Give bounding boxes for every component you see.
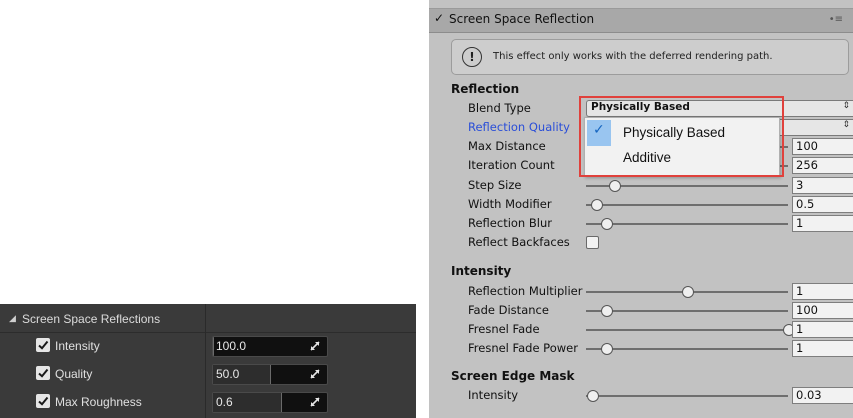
reflection-blur-value: 1 [796,216,804,230]
property-row-edge-mask-intensity: Intensity 0.03 [429,386,853,405]
quality-label: Quality [55,367,93,381]
edge-mask-intensity-field[interactable]: 0.03 [792,387,853,404]
fresnel-fade-power-value: 1 [796,341,804,355]
step-size-value: 3 [796,178,804,192]
fresnel-fade-label: Fresnel Fade [468,322,540,336]
intensity-label: Intensity [55,339,100,353]
width-modifier-field[interactable]: 0.5 [792,196,853,213]
help-box-text: This effect only works with the deferred… [493,51,773,62]
max-distance-value: 100 [796,139,818,153]
fresnel-fade-power-slider-knob[interactable] [601,343,614,355]
reflection-blur-label: Reflection Blur [468,216,552,230]
blend-type-label: Blend Type [468,101,531,115]
component-title: Screen Space Reflection [449,12,595,26]
max-distance-label: Max Distance [468,139,546,153]
iteration-count-field[interactable]: 256 [792,157,853,174]
edge-mask-intensity-slider-track[interactable] [586,395,788,397]
max-roughness-label: Max Roughness [55,395,142,409]
component-enabled-check[interactable]: ✓ [434,11,444,25]
intensity-override-checkbox[interactable] [36,338,50,352]
edge-mask-intensity-slider-knob[interactable] [587,390,600,402]
reflection-multiplier-field[interactable]: 1 [792,283,853,300]
reflection-multiplier-slider-knob[interactable] [682,286,694,298]
section-screen-edge-mask: Screen Edge Mask [451,369,575,383]
reflection-blur-slider-knob[interactable] [601,218,614,230]
reflect-backfaces-label: Reflect Backfaces [468,235,570,249]
property-row-step-size: Step Size 3 [429,176,853,195]
fade-distance-slider-track[interactable] [586,310,788,312]
property-row-reflection-multiplier: Reflection Multiplier 1 [429,282,853,301]
property-row-intensity: Intensity 100.0 [0,332,416,360]
step-size-slider-knob[interactable] [609,180,622,192]
max-roughness-override-checkbox[interactable] [36,394,50,408]
property-row-fresnel-fade: Fresnel Fade 1 [429,320,853,339]
property-row-quality: Quality 50.0 [0,360,416,388]
width-modifier-slider-track[interactable] [586,204,788,206]
property-row-reflection-blur: Reflection Blur 1 [429,214,853,233]
drag-resize-icon[interactable] [309,368,321,380]
dropdown-arrows-icon: ⇕ [842,120,850,130]
ssr-category-title: Screen Space Reflections [22,312,161,326]
fresnel-fade-power-label: Fresnel Fade Power [468,341,578,355]
fade-distance-field[interactable]: 100 [792,302,853,319]
width-modifier-label: Width Modifier [468,197,552,211]
quality-value: 50.0 [216,367,240,381]
reflection-multiplier-value: 1 [796,284,804,298]
fade-distance-value: 100 [796,303,818,317]
section-reflection: Reflection [451,82,520,96]
triangle-down-icon[interactable]: ◢ [9,313,16,324]
reflection-blur-field[interactable]: 1 [792,215,853,232]
value-fill-bar [213,337,214,356]
ssr-category-header[interactable]: ◢ Screen Space Reflections [0,304,416,333]
max-roughness-value-field[interactable]: 0.6 [212,392,328,413]
edge-mask-intensity-value: 0.03 [796,388,822,402]
unreal-post-process-panel: ◢ Screen Space Reflections Intensity 100… [0,304,416,418]
property-row-width-modifier: Width Modifier 0.5 [429,195,853,214]
property-row-max-roughness: Max Roughness 0.6 [0,388,416,416]
step-size-field[interactable]: 3 [792,177,853,194]
quality-override-checkbox[interactable] [36,366,50,380]
fresnel-fade-power-slider-track[interactable] [586,348,788,350]
intensity-value: 100.0 [216,339,247,353]
width-modifier-value: 0.5 [796,197,815,211]
quality-value-field[interactable]: 50.0 [212,364,328,385]
unity-inspector-panel: ✓ Screen Space Reflection •≡ ! This effe… [429,0,853,418]
property-row-fresnel-fade-power: Fresnel Fade Power 1 [429,339,853,358]
context-menu-icon[interactable]: •≡ [829,14,843,25]
fade-distance-label: Fade Distance [468,303,549,317]
help-box: ! This effect only works with the deferr… [451,39,849,75]
intensity-value-field[interactable]: 100.0 [212,336,328,357]
max-roughness-value: 0.6 [216,395,233,409]
iteration-count-value: 256 [796,158,818,172]
checkmark-icon [38,396,49,406]
fresnel-fade-power-field[interactable]: 1 [792,340,853,357]
fresnel-fade-slider-track[interactable] [586,329,788,331]
reflection-blur-slider-track[interactable] [586,223,788,225]
checkmark-icon [38,340,49,350]
drag-resize-icon[interactable] [309,396,321,408]
component-header[interactable]: ✓ Screen Space Reflection •≡ [429,8,853,33]
max-distance-field[interactable]: 100 [792,138,853,155]
iteration-count-label: Iteration Count [468,158,555,172]
fresnel-fade-value: 1 [796,322,804,336]
step-size-label: Step Size [468,178,522,192]
section-intensity: Intensity [451,264,512,278]
reflection-multiplier-label: Reflection Multiplier [468,284,583,298]
width-modifier-slider-knob[interactable] [591,199,604,211]
fade-distance-slider-knob[interactable] [601,305,614,317]
property-row-fade-distance: Fade Distance 100 [429,301,853,320]
dropdown-arrows-icon: ⇕ [842,101,850,111]
fresnel-fade-field[interactable]: 1 [792,321,853,338]
reflection-quality-label: Reflection Quality [468,120,570,134]
reflect-backfaces-checkbox[interactable] [586,236,599,249]
drag-resize-icon[interactable] [309,340,321,352]
highlight-annotation-box [579,96,784,177]
checkmark-icon [38,368,49,378]
edge-mask-intensity-label: Intensity [468,388,519,402]
property-row-reflect-backfaces: Reflect Backfaces [429,233,853,252]
info-exclamation-icon: ! [462,47,482,67]
